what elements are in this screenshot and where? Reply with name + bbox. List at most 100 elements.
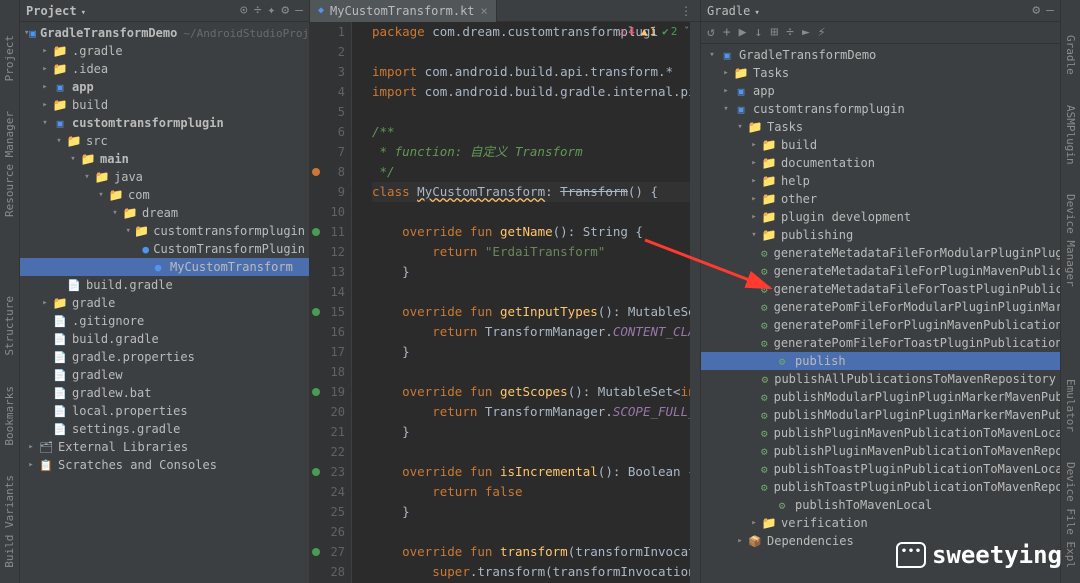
tree-node-customtransformplugin[interactable]: customtransformplugin	[20, 222, 309, 240]
code-line[interactable]: override fun isIncremental(): Boolean {	[372, 462, 690, 482]
gradle-toolbar-icon[interactable]: ↓	[754, 25, 762, 40]
gutter-line[interactable]: 9	[310, 182, 345, 202]
gutter-line[interactable]: 19	[310, 382, 345, 402]
tree-node-build-gradle[interactable]: build.gradle	[20, 276, 309, 294]
tab-gradle[interactable]: Gradle	[1062, 30, 1079, 80]
editor-scrollbar[interactable]	[690, 22, 700, 583]
editor-tab[interactable]: ◆ MyCustomTransform.kt ×	[310, 0, 497, 22]
gutter-line[interactable]: 21	[310, 422, 345, 442]
tree-node-src[interactable]: src	[20, 132, 309, 150]
tree-node-publishpluginmavenpublicationtomavenlocal[interactable]: publishPluginMavenPublicationToMavenLoca…	[701, 424, 1060, 442]
code-line[interactable]	[372, 282, 690, 302]
code-line[interactable]: return false	[372, 482, 690, 502]
tab-device-file-explorer[interactable]: Device File Expl	[1062, 457, 1079, 573]
code-line[interactable]: */	[372, 162, 690, 182]
tree-node-other[interactable]: other	[701, 190, 1060, 208]
chevron-icon[interactable]	[38, 118, 52, 128]
tree-node-help[interactable]: help	[701, 172, 1060, 190]
code-line[interactable]	[372, 362, 690, 382]
gutter-line[interactable]: 17	[310, 342, 345, 362]
chevron-icon[interactable]	[52, 136, 66, 146]
code-line[interactable]: override fun getName(): String {	[372, 222, 690, 242]
tree-node-scratches-and-consoles[interactable]: Scratches and Consoles	[20, 456, 309, 474]
editor-body[interactable]: ⚠4 ▲1 ✔2 ˇ 12345678910111213141516171819…	[310, 22, 700, 583]
code-line[interactable]: * function: 自定义 Transform	[372, 142, 690, 162]
gradle-panel-title[interactable]: Gradle	[707, 4, 760, 18]
tree-node-gradlew[interactable]: gradlew	[20, 366, 309, 384]
gutter-line[interactable]: 2	[310, 42, 345, 62]
weak-warning-badge[interactable]: ✔2	[662, 25, 677, 38]
tab-project[interactable]: Project	[1, 30, 18, 86]
tree-node-verification[interactable]: verification	[701, 514, 1060, 532]
gutter-line[interactable]: 6	[310, 122, 345, 142]
chevron-icon[interactable]	[38, 82, 52, 92]
gradle-toolbar-icon[interactable]: +	[723, 25, 731, 40]
chevron-icon[interactable]	[80, 172, 94, 182]
tree-node-customtransformplugin[interactable]: customtransformplugin	[701, 100, 1060, 118]
code-line[interactable]: return "ErdaiTransform"	[372, 242, 690, 262]
gradle-toolbar-icon[interactable]: ▶	[739, 25, 747, 40]
chevron-icon[interactable]	[747, 518, 761, 528]
tree-node-build[interactable]: build	[701, 136, 1060, 154]
gutter-mark-icon[interactable]	[312, 468, 320, 476]
tree-node-publishtomavenlocal[interactable]: publishToMavenLocal	[701, 496, 1060, 514]
tree-node-generatepomfilefortoastpluginpublication[interactable]: generatePomFileForToastPluginPublication	[701, 334, 1060, 352]
tree-node-main[interactable]: main	[20, 150, 309, 168]
gutter-line[interactable]: 27	[310, 542, 345, 562]
gutter-line[interactable]: 18	[310, 362, 345, 382]
gutter-mark-icon[interactable]	[312, 548, 320, 556]
chevron-icon[interactable]	[94, 190, 108, 200]
gutter-line[interactable]: 22	[310, 442, 345, 462]
code-line[interactable]: }	[372, 262, 690, 282]
chevron-icon[interactable]	[38, 298, 52, 308]
chevron-icon[interactable]	[747, 194, 761, 204]
tab-emulator[interactable]: Emulator	[1062, 374, 1079, 437]
toolbar-icon[interactable]: ⊙	[240, 3, 248, 18]
project-tree[interactable]: GradleTransformDemo~/AndroidStudioProjec…	[20, 22, 309, 583]
chevron-icon[interactable]	[747, 176, 761, 186]
tree-node-customtransformplugin[interactable]: customtransformplugin	[20, 114, 309, 132]
gutter-mark-icon[interactable]	[312, 308, 320, 316]
gutter-line[interactable]: 25	[310, 502, 345, 522]
tree-node-publishmodularpluginpluginmarkermavenpublicationtomaver[interactable]: publishModularPluginPluginMarkerMavenPub…	[701, 406, 1060, 424]
tree-node--gradle[interactable]: .gradle	[20, 42, 309, 60]
tree-node-customtransformplugin[interactable]: CustomTransformPlugin	[20, 240, 309, 258]
gutter-line[interactable]: 1	[310, 22, 345, 42]
tree-node-gradlew-bat[interactable]: gradlew.bat	[20, 384, 309, 402]
code-line[interactable]: return TransformManager.SCOPE_FULL_PROJE…	[372, 402, 690, 422]
toolbar-icon[interactable]: ÷	[254, 3, 262, 18]
tree-node--idea[interactable]: .idea	[20, 60, 309, 78]
tree-node-settings-gradle[interactable]: settings.gradle	[20, 420, 309, 438]
tab-device-manager[interactable]: Device Manager	[1062, 189, 1079, 292]
chevron-icon[interactable]	[719, 86, 733, 96]
chevron-icon[interactable]	[24, 442, 38, 452]
gutter-line[interactable]: 5	[310, 102, 345, 122]
tree-node-tasks[interactable]: Tasks	[701, 118, 1060, 136]
code-line[interactable]: }	[372, 502, 690, 522]
chevron-icon[interactable]	[122, 226, 134, 236]
gutter-line[interactable]: 26	[310, 522, 345, 542]
code-line[interactable]	[372, 442, 690, 462]
tree-node-publishtoastpluginpublicationtomavenlocal[interactable]: publishToastPluginPublicationToMavenLoca…	[701, 460, 1060, 478]
code-line[interactable]: override fun transform(transformInvocati…	[372, 542, 690, 562]
warning-badge[interactable]: ▲1	[641, 25, 656, 38]
chevron-icon[interactable]	[747, 158, 761, 168]
tree-node-generatepomfileformodularpluginpluginmarkermavenpublic[interactable]: generatePomFileForModularPluginPluginMar…	[701, 298, 1060, 316]
project-panel-title[interactable]: Project	[26, 4, 86, 18]
editor-code[interactable]: package com.dream.customtransformplugiim…	[352, 22, 690, 583]
code-line[interactable]: import com.android.build.api.transform.*	[372, 62, 690, 82]
error-badge[interactable]: ⚠4	[620, 25, 635, 38]
tab-more-icon[interactable]: ⋮	[672, 4, 700, 18]
inspection-badges[interactable]: ⚠4 ▲1 ✔2 ˇ	[620, 25, 690, 38]
code-line[interactable]: class MyCustomTransform: Transform() {	[372, 182, 690, 202]
toolbar-icon[interactable]: ✦	[268, 3, 276, 18]
code-line[interactable]	[372, 42, 690, 62]
tree-node-generatemetadatafileforpluginmavenpublication[interactable]: generateMetadataFileForPluginMavenPublic…	[701, 262, 1060, 280]
gutter-line[interactable]: 8	[310, 162, 345, 182]
chevron-icon[interactable]	[38, 100, 52, 110]
gradle-toolbar-icon[interactable]: ⚡	[818, 25, 826, 40]
code-line[interactable]: override fun getInputTypes(): MutableSet…	[372, 302, 690, 322]
chevron-icon[interactable]	[705, 50, 719, 60]
toolbar-icon[interactable]: —	[1046, 3, 1054, 18]
tab-resource-manager[interactable]: Resource Manager	[1, 106, 18, 222]
